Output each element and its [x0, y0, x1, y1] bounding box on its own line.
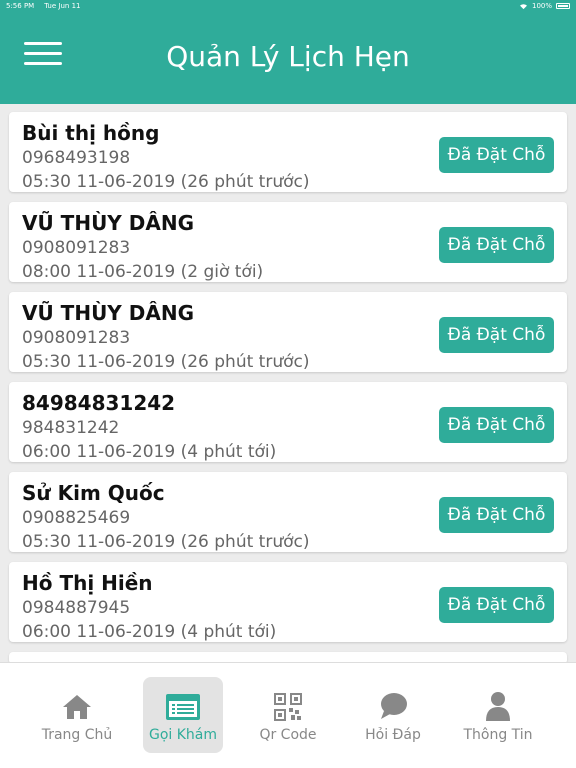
page-title: Quản Lý Lịch Hẹn [166, 40, 410, 73]
patient-name: VŨ THÙY DÂNG [22, 301, 194, 325]
appointment-card-partial[interactable] [9, 652, 567, 662]
wifi-icon [519, 3, 527, 9]
chat-bubble-icon [381, 693, 407, 719]
appointment-time: 06:00 11-06-2019 (4 phút tới) [22, 442, 277, 462]
qr-code-icon [274, 693, 302, 721]
appointment-time: 05:30 11-06-2019 (26 phút trước) [22, 172, 310, 192]
appointment-card[interactable]: 84984831242 984831242 06:00 11-06-2019 (… [9, 382, 567, 462]
booked-status-button[interactable]: Đã Đặt Chỗ [439, 317, 554, 353]
patient-name: 84984831242 [22, 391, 176, 415]
appointment-card[interactable]: VŨ THÙY DÂNG 0908091283 08:00 11-06-2019… [9, 202, 567, 282]
appointment-card[interactable]: Sử Kim Quốc 0908825469 05:30 11-06-2019 … [9, 472, 567, 552]
patient-phone: 0968493198 [22, 148, 131, 168]
list-card-icon [166, 694, 200, 720]
bottom-tab-bar: Trang Chủ Gọi Khám Qr Code Hỏi Đáp Thông… [0, 662, 576, 768]
app-header: Quản Lý Lịch Hẹn [0, 12, 576, 104]
booked-status-button[interactable]: Đã Đặt Chỗ [439, 227, 554, 263]
person-icon [486, 692, 510, 721]
tab-home[interactable]: Trang Chủ [37, 677, 117, 753]
tab-qr-code[interactable]: Qr Code [248, 677, 328, 753]
patient-phone: 984831242 [22, 418, 120, 438]
booked-status-button[interactable]: Đã Đặt Chỗ [439, 407, 554, 443]
battery-percent: 100% [531, 2, 552, 10]
patient-phone: 0984887945 [22, 598, 131, 618]
tab-faq-label: Hỏi Đáp [365, 727, 421, 743]
status-bar: 5:56 PM Tue Jun 11 100% [0, 0, 576, 12]
appointment-time: 06:00 11-06-2019 (4 phút tới) [22, 622, 277, 642]
tab-qr-code-label: Qr Code [259, 727, 317, 743]
tab-call-exam[interactable]: Gọi Khám [143, 677, 223, 753]
patient-name: Bùi thị hồng [22, 121, 160, 145]
patient-name: VŨ THÙY DÂNG [22, 211, 194, 235]
appointment-list[interactable]: Bùi thị hồng 0968493198 05:30 11-06-2019… [0, 104, 576, 662]
status-time: 5:56 PM [6, 2, 35, 10]
tab-home-label: Trang Chủ [41, 727, 113, 743]
patient-phone: 0908091283 [22, 328, 131, 348]
appointment-time: 05:30 11-06-2019 (26 phút trước) [22, 532, 310, 552]
booked-status-button[interactable]: Đã Đặt Chỗ [439, 137, 554, 173]
tab-info[interactable]: Thông Tin [458, 677, 538, 753]
tab-info-label: Thông Tin [463, 727, 533, 743]
tab-faq[interactable]: Hỏi Đáp [353, 677, 433, 753]
patient-phone: 0908825469 [22, 508, 131, 528]
status-date: Tue Jun 11 [44, 2, 81, 10]
appointment-card[interactable]: Hồ Thị Hiền 0984887945 06:00 11-06-2019 … [9, 562, 567, 642]
home-icon [63, 695, 91, 719]
booked-status-button[interactable]: Đã Đặt Chỗ [439, 587, 554, 623]
tab-call-exam-label: Gọi Khám [148, 727, 218, 743]
patient-name: Sử Kim Quốc [22, 481, 165, 505]
battery-icon [556, 3, 570, 9]
booked-status-button[interactable]: Đã Đặt Chỗ [439, 497, 554, 533]
appointment-time: 08:00 11-06-2019 (2 giờ tới) [22, 262, 264, 282]
patient-name: Hồ Thị Hiền [22, 571, 153, 595]
appointment-time: 05:30 11-06-2019 (26 phút trước) [22, 352, 310, 372]
appointment-card[interactable]: Bùi thị hồng 0968493198 05:30 11-06-2019… [9, 112, 567, 192]
appointment-card[interactable]: VŨ THÙY DÂNG 0908091283 05:30 11-06-2019… [9, 292, 567, 372]
patient-phone: 0908091283 [22, 238, 131, 258]
